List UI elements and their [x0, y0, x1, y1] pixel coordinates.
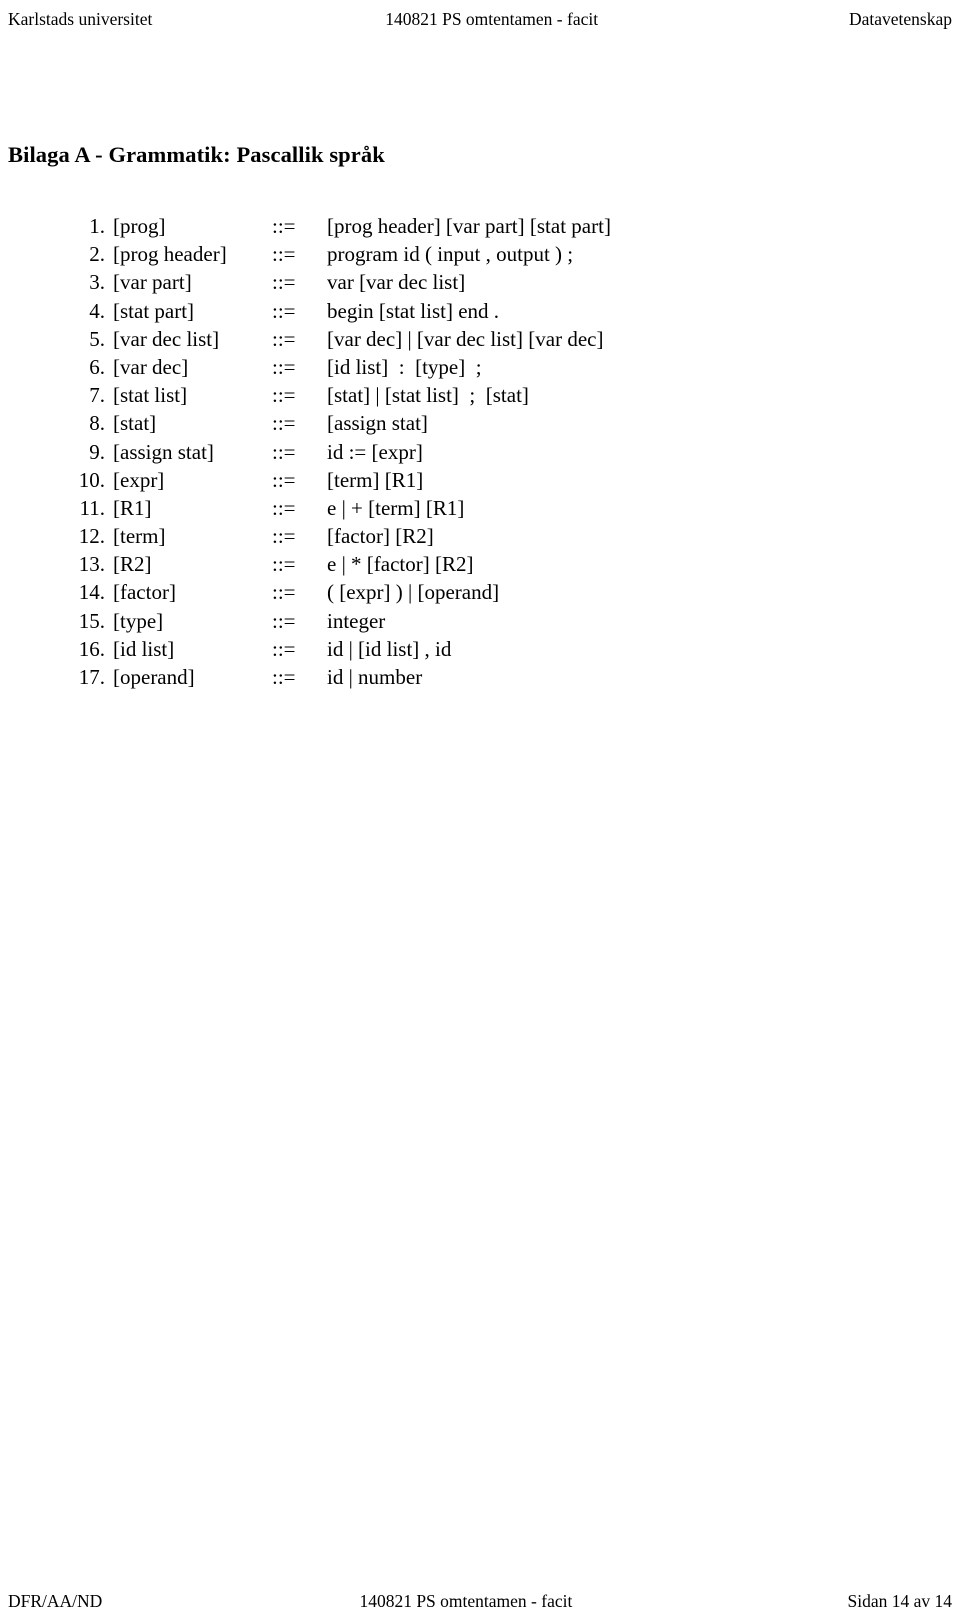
page-header: Karlstads universitet 140821 PS omtentam…: [8, 8, 952, 32]
grammar-rule: 17. [operand] ::= id | number: [0, 663, 960, 691]
rule-production: [id list] : [type] ;: [327, 354, 482, 379]
grammar-rule-list: 1. [prog] ::= [prog header] [var part] […: [0, 212, 960, 691]
grammar-rule: 8. [stat] ::= [assign stat]: [0, 409, 960, 437]
rule-arrow: ::=: [272, 326, 296, 351]
rule-number: 11.: [79, 495, 105, 520]
rule-production: e | * [factor] [R2]: [327, 552, 474, 577]
rule-nonterminal: [var dec]: [113, 354, 189, 379]
rule-number: 12.: [78, 524, 105, 549]
rule-arrow: ::=: [272, 298, 296, 323]
rule-number: 16.: [78, 636, 105, 661]
rule-number: 8.: [89, 411, 105, 436]
grammar-rule: 7. [stat list] ::= [stat] | [stat list] …: [0, 381, 960, 409]
rule-nonterminal: [stat part]: [113, 298, 195, 323]
rule-production: integer: [327, 608, 386, 633]
rule-nonterminal: [term]: [113, 524, 166, 549]
grammar-rule: 5. [var dec list] ::= [var dec] | [var d…: [0, 325, 960, 353]
rule-number: 5.: [89, 326, 105, 351]
rule-arrow: ::=: [272, 270, 296, 295]
rule-number: 1.: [89, 214, 105, 238]
rule-nonterminal: [expr]: [113, 467, 165, 492]
rule-nonterminal: [id list]: [113, 636, 175, 661]
rule-production: [assign stat]: [327, 411, 428, 436]
rule-number: 15.: [78, 608, 105, 633]
rule-number: 13.: [78, 552, 105, 577]
rule-production: [factor] [R2]: [327, 524, 434, 549]
rule-number: 17.: [78, 665, 105, 689]
footer-authors: DFR/AA/ND: [8, 1591, 103, 1611]
grammar-rule: 1. [prog] ::= [prog header] [var part] […: [0, 212, 960, 240]
rule-arrow: ::=: [272, 383, 296, 408]
rule-nonterminal: [type]: [113, 608, 164, 633]
rule-number: 10.: [78, 467, 105, 492]
rule-nonterminal: [operand]: [113, 665, 195, 689]
footer-document-name: 140821 PS omtentamen - facit: [359, 1591, 573, 1611]
rule-nonterminal: [stat list]: [113, 383, 188, 408]
grammar-rule: 6. [var dec] ::= [id list] : [type] ;: [0, 353, 960, 381]
rule-production: [prog header] [var part] [stat part]: [327, 214, 611, 238]
rule-arrow: ::=: [272, 552, 296, 577]
rule-arrow: ::=: [272, 411, 296, 436]
header-document-name: 140821 PS omtentamen - facit: [385, 9, 599, 29]
grammar-rule: 16. [id list] ::= id | [id list] , id: [0, 635, 960, 663]
header-department: Datavetenskap: [848, 9, 952, 29]
page-title: Bilaga A - Grammatik: Pascallik språk: [8, 142, 385, 168]
rule-production: id | number: [327, 665, 423, 689]
rule-production: [stat] | [stat list] ; [stat]: [327, 383, 529, 408]
rule-arrow: ::=: [272, 524, 296, 549]
rule-production: ( [expr] ) | [operand]: [327, 580, 500, 605]
grammar-rule: 9. [assign stat] ::= id := [expr]: [0, 438, 960, 466]
rule-arrow: ::=: [272, 214, 296, 238]
grammar-rule: 15. [type] ::= integer: [0, 607, 960, 635]
rule-production: var [var dec list]: [327, 270, 466, 295]
rule-production: [var dec] | [var dec list] [var dec]: [327, 326, 604, 351]
rule-number: 4.: [89, 298, 105, 323]
rule-nonterminal: [prog header]: [113, 242, 227, 267]
grammar-rule: 12. [term] ::= [factor] [R2]: [0, 522, 960, 550]
grammar-rule: 4. [stat part] ::= begin [stat list] end…: [0, 297, 960, 325]
rule-nonterminal: [factor]: [113, 580, 176, 605]
rule-nonterminal: [var part]: [113, 270, 192, 295]
grammar-rule: 10. [expr] ::= [term] [R1]: [0, 466, 960, 494]
page-footer: DFR/AA/ND 140821 PS omtentamen - facit S…: [8, 1588, 952, 1612]
rule-number: 2.: [89, 242, 105, 267]
rule-production: e | + [term] [R1]: [327, 495, 465, 520]
rule-number: 6.: [89, 354, 105, 379]
footer-page-number: Sidan 14 av 14: [847, 1591, 952, 1611]
rule-arrow: ::=: [272, 439, 296, 464]
rule-arrow: ::=: [272, 580, 296, 605]
rule-production: program id ( input , output ) ;: [327, 242, 574, 267]
grammar-rule: 2. [prog header] ::= program id ( input …: [0, 240, 960, 268]
rule-arrow: ::=: [272, 354, 296, 379]
rule-production: id := [expr]: [327, 439, 423, 464]
grammar-rule: 13. [R2] ::= e | * [factor] [R2]: [0, 550, 960, 578]
header-institution: Karlstads universitet: [8, 9, 153, 29]
rule-number: 3.: [89, 270, 105, 295]
rule-arrow: ::=: [272, 636, 296, 661]
rule-nonterminal: [R2]: [113, 552, 152, 577]
rule-nonterminal: [assign stat]: [113, 439, 214, 464]
rule-production: begin [stat list] end .: [327, 298, 500, 323]
rule-number: 7.: [89, 383, 105, 408]
rule-nonterminal: [R1]: [113, 495, 152, 520]
rule-arrow: ::=: [272, 608, 296, 633]
rule-number: 9.: [89, 439, 105, 464]
rule-production: id | [id list] , id: [327, 636, 452, 661]
rule-nonterminal: [var dec list]: [113, 326, 220, 351]
rule-nonterminal: [stat]: [113, 411, 157, 436]
rule-arrow: ::=: [272, 665, 296, 689]
rule-arrow: ::=: [272, 242, 296, 267]
rule-production: [term] [R1]: [327, 467, 424, 492]
rule-number: 14.: [78, 580, 105, 605]
rule-nonterminal: [prog]: [113, 214, 166, 238]
rule-arrow: ::=: [272, 467, 296, 492]
grammar-rule: 14. [factor] ::= ( [expr] ) | [operand]: [0, 578, 960, 606]
grammar-rule: 11. [R1] ::= e | + [term] [R1]: [0, 494, 960, 522]
rule-arrow: ::=: [272, 495, 296, 520]
grammar-rule: 3. [var part] ::= var [var dec list]: [0, 268, 960, 296]
